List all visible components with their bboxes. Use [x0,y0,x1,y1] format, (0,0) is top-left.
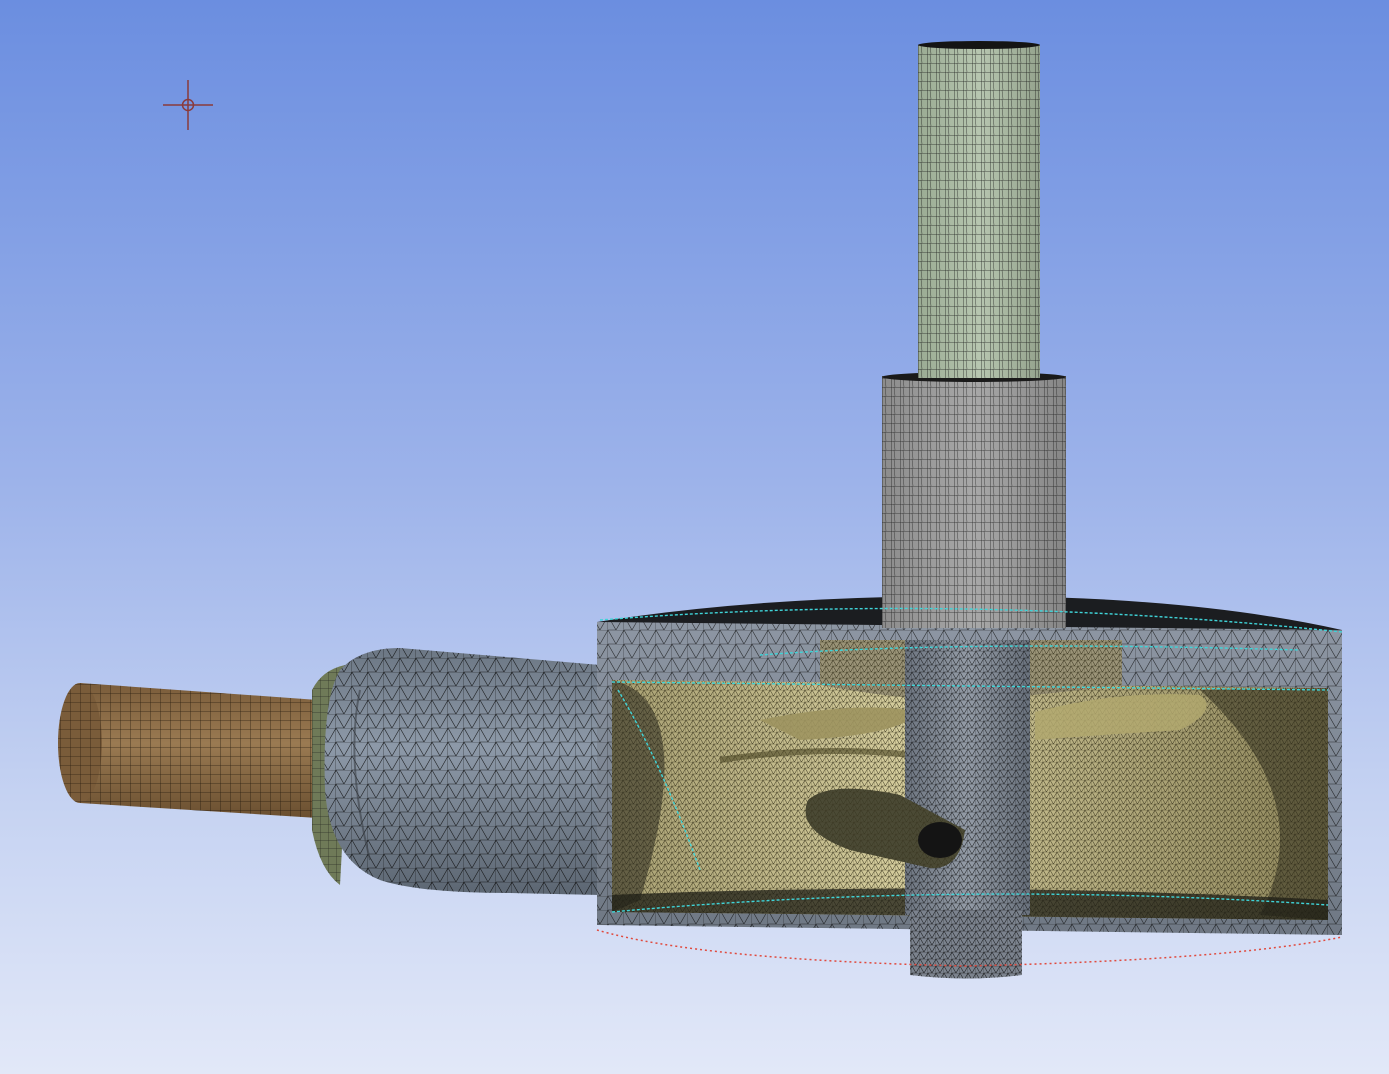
mesh-model[interactable] [0,0,1389,1074]
outlet-shaft [918,41,1040,378]
inlet-pipe [58,683,318,818]
inlet-elbow [324,648,600,895]
shaft-collar [882,372,1066,628]
graphics-viewport[interactable] [0,0,1389,1074]
crosshair-icon [163,80,213,130]
bottom-outlet [910,910,1022,979]
